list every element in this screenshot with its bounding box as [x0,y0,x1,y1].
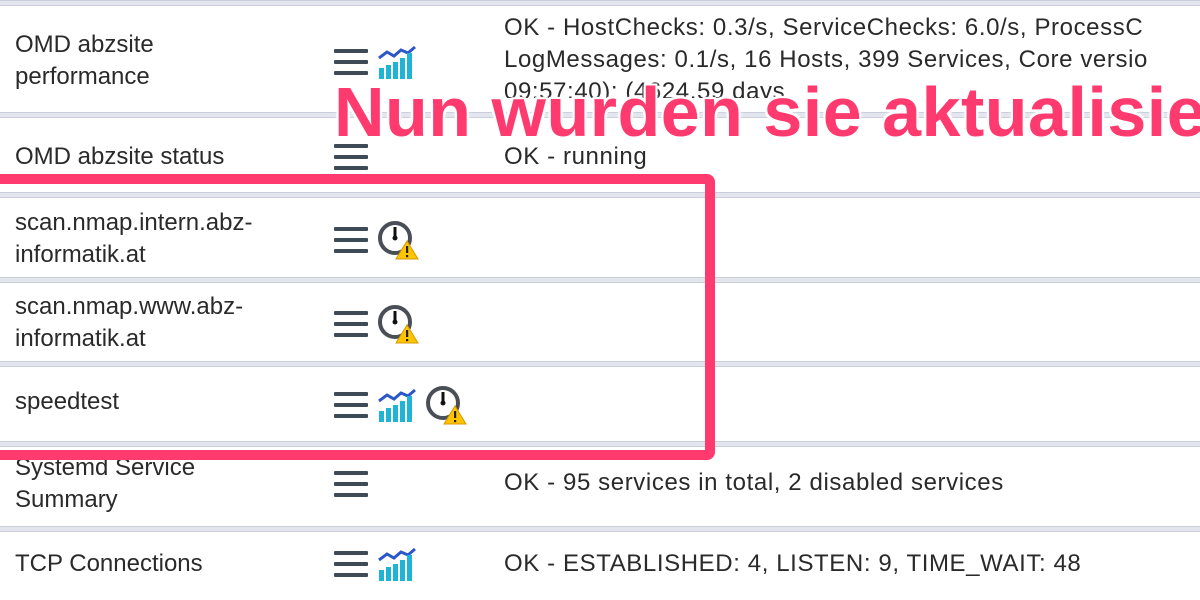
service-name[interactable]: OMD abzsite status [15,141,315,173]
row-separator [0,526,1200,532]
service-name[interactable]: TCP Connections [15,548,315,580]
row-separator [0,0,1200,6]
highlight-box [0,174,715,460]
annotation-caption: Nun wurden sie aktualisiert [334,73,1200,151]
status-output: OK - ESTABLISHED: 4, LISTEN: 9, TIME_WAI… [504,550,1082,577]
perfgraph-icon[interactable] [377,546,417,587]
menu-icon[interactable] [333,548,369,585]
menu-icon[interactable] [333,468,369,505]
service-name[interactable]: OMD abzsite performance [15,29,315,93]
status-output: OK - 95 services in total, 2 disabled se… [504,469,1004,496]
service-name[interactable]: Systemd Service Summary [15,452,315,516]
